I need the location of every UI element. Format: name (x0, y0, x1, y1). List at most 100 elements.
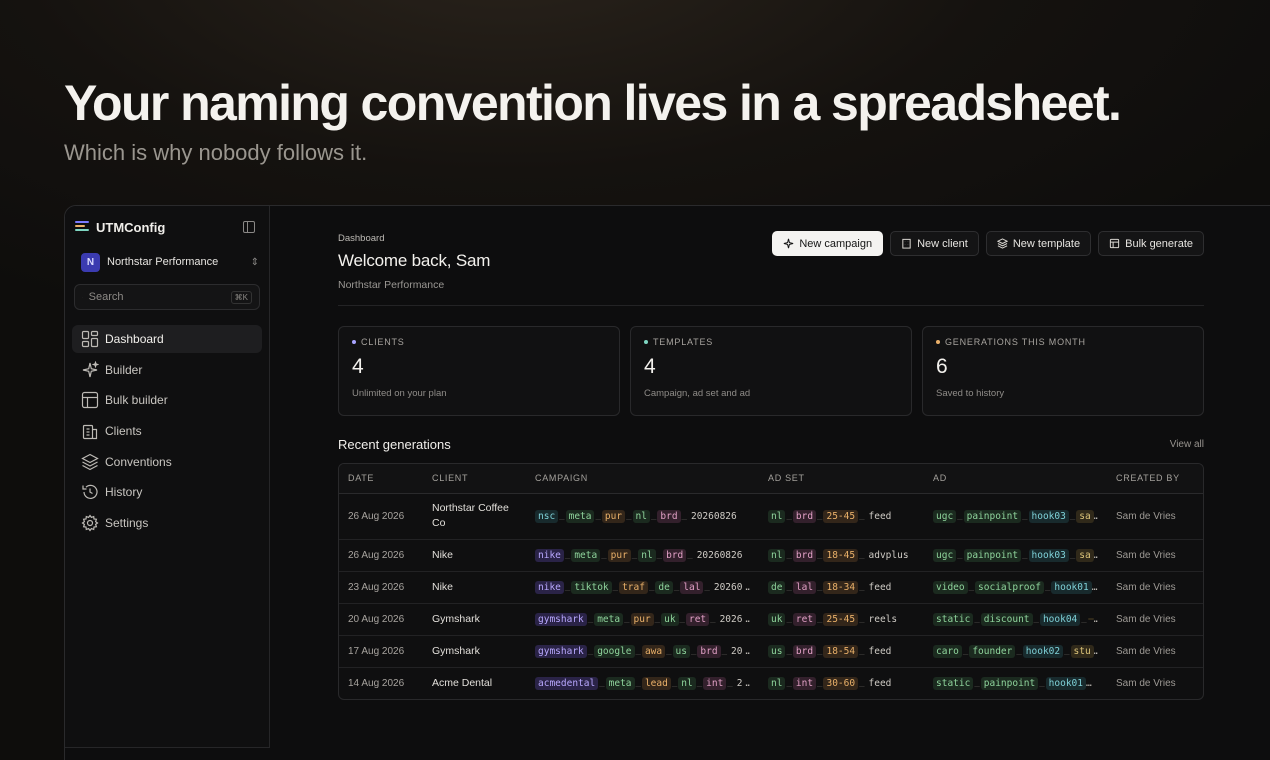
ad-name: ugc_painpoint_hook03_sa… (933, 509, 1098, 523)
token-chip: feed (868, 510, 892, 522)
search-box[interactable]: ⌘K (74, 284, 260, 310)
token-chip: 20260 (713, 581, 743, 593)
sidebar-item-bulk-builder[interactable]: Bulk builder (72, 386, 262, 414)
token-chip: hook03 (1028, 548, 1069, 562)
stat-label: CLIENTS (352, 337, 606, 347)
token-chip: 18-34 (823, 580, 859, 594)
new-client-button[interactable]: New client (890, 231, 979, 256)
cell-client: Acme Dental (432, 676, 493, 689)
token-chip: nl (768, 509, 786, 523)
sidebar-item-conventions[interactable]: Conventions (72, 448, 262, 476)
cell-adset: uk _ ret _ 25-45 _ reels (759, 603, 924, 636)
separator: _ (656, 550, 663, 560)
table-row[interactable]: 26 Aug 2026 Nike nike _ meta _ pur _ nl _ brd _ 2026… (339, 539, 1203, 572)
view-all-link[interactable]: View all (1170, 439, 1204, 450)
sparkles-icon (784, 238, 794, 249)
token-chip: 18-45 (823, 548, 859, 562)
table-icon (1109, 238, 1120, 249)
token-chip: 25-45 (823, 612, 859, 626)
token-chip: brd (657, 509, 681, 523)
stat-label: TEMPLATES (644, 337, 898, 347)
separator: _ (681, 511, 687, 521)
stat-label-text: CLIENTS (361, 337, 405, 347)
token-chip: 20260826 (696, 549, 743, 561)
table-row[interactable]: 14 Aug 2026 Acme Dental acmedental _ meta _ le… (339, 667, 1203, 699)
token-chip: nl (678, 676, 696, 690)
separator: _ (687, 550, 693, 560)
table-row[interactable]: 17 Aug 2026 Gymshark gymshark _ google _ awa _ u… (339, 635, 1203, 668)
brand-name: UTMConfig (96, 219, 166, 235)
token-chip: static (933, 612, 974, 626)
sidebar-toggle-icon[interactable] (243, 221, 255, 233)
sidebar-item-builder[interactable]: Builder (72, 356, 262, 384)
separator: _ (1016, 646, 1022, 656)
truncation-ellipsis: … (1091, 581, 1098, 593)
cell-client: Nike (423, 539, 526, 572)
table-row[interactable]: 26 Aug 2026 Northstar Coffee Co nsc _ meta _ p… (339, 493, 1203, 540)
hero-subtitle: Which is why nobody follows it. (64, 140, 368, 165)
truncation-ellipsis: … (1094, 550, 1098, 561)
sidebar-item-clients[interactable]: Clients (72, 417, 262, 445)
chevron-up-down-icon: ⇕ (250, 256, 259, 268)
token-chip: hook04 (1039, 612, 1081, 626)
token-chip: painpoint (963, 548, 1022, 562)
cell-created-by: Sam de Vries (1107, 493, 1203, 540)
separator: _ (648, 582, 655, 592)
adset-name: nl _ int _ 30-60 _ feed (768, 676, 915, 690)
campaign-name: nike_tiktok_traf_de_lal_20260… (535, 580, 750, 594)
token-chip: sa (1076, 548, 1094, 562)
token-chip: hook01 (1051, 580, 1092, 594)
token-chip: advplus (868, 549, 909, 561)
token-chip: uk (661, 612, 679, 626)
stat-card-clients: CLIENTS 4 Unlimited on your plan (338, 326, 620, 416)
sidebar-item-settings[interactable]: Settings (72, 509, 262, 537)
separator: _ (962, 646, 969, 656)
dashboard-icon (81, 330, 99, 348)
search-shortcut: ⌘K (230, 290, 252, 304)
stat-dot-icon (936, 340, 940, 344)
separator: _ (817, 678, 823, 689)
cell-date: 17 Aug 2026 (339, 635, 423, 668)
truncation-ellipsis: … (1094, 511, 1098, 522)
ad-name: static _ painpoint _ hook01… (933, 676, 1098, 690)
column-header-client: CLIENT (423, 464, 526, 494)
separator: _ (626, 511, 632, 521)
column-header-campaign: CAMPAIGN (526, 464, 759, 494)
table-row[interactable]: 20 Aug 2026 Gymshark gymshark _ meta _ pur _ uk _… (339, 603, 1203, 636)
separator: _ (1069, 550, 1076, 560)
adset-name: uk _ ret _ 25-45 _ reels (768, 612, 915, 626)
breadcrumb[interactable]: Dashboard (338, 233, 384, 244)
table-icon (81, 392, 99, 409)
cell-date: 20 Aug 2026 (339, 603, 423, 636)
token-chip: video (933, 580, 968, 594)
bulk-generate-button[interactable]: Bulk generate (1098, 231, 1204, 256)
token-chip: us (768, 644, 786, 658)
workspace-switcher[interactable]: N Northstar Performance ⇕ (81, 249, 261, 275)
new-template-label: New template (1012, 237, 1081, 250)
token-chip: meta (605, 676, 635, 690)
new-campaign-button[interactable]: New campaign (772, 231, 884, 256)
adset-name: nl _ brd _ 25-45 _ feed (768, 509, 915, 523)
sidebar-item-history[interactable]: History (72, 478, 262, 506)
cell-adset: de _ lal _ 18-34 _ feed (759, 571, 924, 604)
sidebar: UTMConfig N Northstar Performance ⇕ ⌘K D… (65, 206, 270, 748)
sidebar-item-dashboard[interactable]: Dashboard (72, 325, 262, 353)
new-template-button[interactable]: New template (985, 231, 1092, 256)
token-chip: uk (768, 612, 786, 626)
brand-logo-icon (75, 221, 89, 233)
truncation-ellipsis: … (1094, 614, 1098, 625)
separator: _ (599, 678, 605, 689)
token-chip: nl (768, 676, 786, 690)
token-chip: lal (792, 580, 817, 594)
search-input[interactable] (88, 291, 231, 303)
table-row[interactable]: 23 Aug 2026 Nike nike _ tiktok _ traf _ de _ lal _ 2… (339, 571, 1203, 604)
token-chip: int (792, 676, 817, 690)
cell-client: Northstar Coffee Co (423, 493, 526, 540)
token-chip: feed (868, 645, 892, 657)
cell-created-by: Sam de Vries (1107, 571, 1203, 604)
stat-card-generations-this-month: GENERATIONS THIS MONTH 6 Saved to histor… (922, 326, 1204, 416)
token-chip: stu (1070, 644, 1094, 658)
stat-label-text: TEMPLATES (653, 337, 714, 347)
search-icon (82, 296, 83, 298)
cell-ad: video _ socialproof _ hook01… (924, 571, 1107, 604)
